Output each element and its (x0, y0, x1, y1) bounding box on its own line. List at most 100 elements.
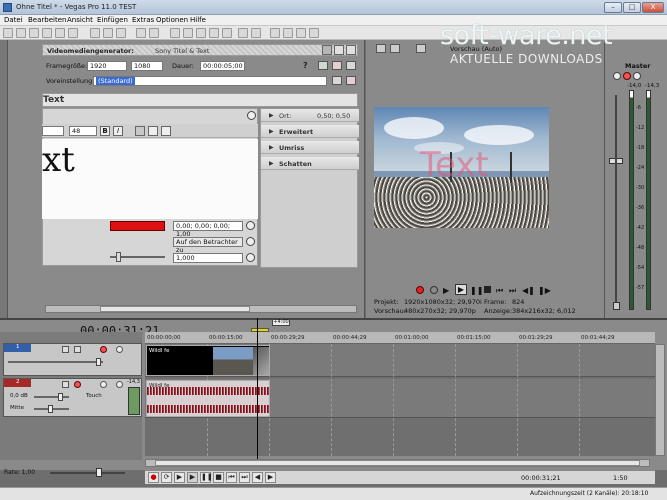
timeline-ruler[interactable]: 00:00:00;00 00:00:15;00 00:00:29;29 00:0… (145, 332, 655, 344)
menu-ansicht[interactable]: Ansicht (67, 16, 93, 24)
frame-width-input[interactable]: 1920 (87, 61, 127, 71)
duration-input[interactable]: 00:00:05;00 (200, 61, 245, 71)
prop-section-schatten[interactable]: ▶ Schatten (261, 157, 359, 170)
save-as-icon[interactable] (42, 28, 52, 38)
lock-envelopes-icon[interactable] (270, 28, 280, 38)
snap-icon[interactable] (238, 28, 248, 38)
pause-icon[interactable]: ❚❚ (200, 472, 213, 483)
track-record-icon[interactable] (74, 381, 81, 388)
redo-icon[interactable] (149, 28, 159, 38)
preview-device-icon[interactable] (390, 44, 400, 53)
track-mute-icon[interactable] (116, 381, 123, 388)
anchor-select[interactable]: Auf den Betrachter zu (173, 237, 243, 254)
align-right-icon[interactable] (161, 126, 171, 136)
stop-icon[interactable] (484, 286, 491, 293)
step-back-icon[interactable]: ◀❚ (522, 286, 535, 295)
selection-tool-icon[interactable] (196, 28, 206, 38)
cut-icon[interactable] (90, 28, 100, 38)
generator-close-icon[interactable] (346, 45, 356, 55)
preset-select[interactable]: (Standard) (93, 76, 327, 86)
timeline-scroll-thumb[interactable] (155, 460, 640, 466)
go-to-start-icon[interactable]: ⏮ (226, 472, 237, 483)
minimize-button[interactable]: – (604, 2, 622, 13)
crossfade-icon[interactable] (296, 28, 306, 38)
scale-clock-icon[interactable] (246, 253, 255, 262)
preview-split-icon[interactable] (416, 44, 426, 53)
track-motion-icon[interactable] (62, 346, 69, 353)
render-icon[interactable] (68, 28, 78, 38)
copy-icon[interactable] (103, 28, 113, 38)
track-solo-icon[interactable] (100, 346, 107, 353)
master-fx-icon[interactable] (613, 72, 621, 80)
align-center-icon[interactable] (148, 126, 158, 136)
text-color-swatch[interactable] (110, 221, 165, 231)
undo-icon[interactable] (136, 28, 146, 38)
video-level-thumb[interactable] (96, 358, 101, 366)
color-value[interactable]: 0,00; 0,00; 0,00; 1,00 (173, 221, 243, 238)
help-question-icon[interactable]: ? (303, 61, 312, 70)
text-clock-icon[interactable] (247, 111, 256, 120)
timeline-vertical-scrollbar[interactable] (655, 344, 665, 456)
track-mute-icon[interactable] (116, 346, 123, 353)
italic-button[interactable]: I (113, 126, 123, 136)
maximize-button[interactable]: □ (623, 2, 641, 13)
preview-settings-icon[interactable] (376, 44, 386, 53)
master-solo-icon[interactable] (623, 72, 631, 80)
color-clock-icon[interactable] (246, 221, 255, 230)
audio-event[interactable]: Wildl fe (146, 380, 270, 417)
open-folder-icon[interactable] (16, 28, 26, 38)
master-fader-track[interactable] (615, 95, 617, 305)
play-from-start-icon[interactable]: ▶ (174, 472, 185, 483)
menu-hilfe[interactable]: Hilfe (190, 16, 206, 24)
record-icon[interactable] (416, 286, 424, 294)
ort-arrow-icon[interactable]: ▶ (269, 112, 274, 119)
window-docking-tabs[interactable] (0, 40, 8, 318)
scale-value[interactable]: 1,000 (173, 253, 243, 263)
automation-mode[interactable]: Touch (86, 393, 102, 399)
step-forward-icon[interactable]: ❚▶ (538, 286, 551, 295)
video-track-header[interactable]: 1 (3, 343, 142, 376)
bold-button[interactable]: B (100, 126, 110, 136)
go-to-end-icon[interactable]: ⏭ (239, 472, 250, 483)
preset-save-icon[interactable] (346, 61, 356, 70)
pause-icon[interactable] (322, 45, 332, 55)
align-left-icon[interactable] (135, 126, 145, 136)
help-icon[interactable] (309, 28, 319, 38)
audio-track-header[interactable]: 2 0,0 dB Touch Mitte -14,3 (3, 378, 142, 417)
rate-slider-thumb[interactable] (96, 468, 102, 477)
generator-settings-icon[interactable] (334, 45, 344, 55)
track-fx-icon[interactable] (74, 346, 81, 353)
play-icon[interactable]: ▶ (187, 472, 198, 483)
envelope-tool-icon[interactable] (183, 28, 193, 38)
video-level-slider[interactable] (8, 361, 103, 363)
close-button[interactable]: X (642, 2, 664, 13)
audio-pan-thumb[interactable] (48, 405, 53, 413)
audio-volume-slider[interactable] (34, 396, 69, 398)
paste-icon[interactable] (116, 28, 126, 38)
font-size-select[interactable]: 48 (69, 126, 97, 136)
anchor-clock-icon[interactable] (246, 237, 255, 246)
scale-slider-thumb[interactable] (116, 252, 121, 262)
pause-play-icon[interactable]: ❚❚ (470, 286, 483, 295)
prev-frame-icon[interactable]: ◀ (252, 472, 263, 483)
font-select[interactable] (42, 126, 64, 136)
track-solo-icon[interactable] (100, 381, 107, 388)
zoom-tool-icon[interactable] (209, 28, 219, 38)
normal-edit-tool-icon[interactable] (170, 28, 180, 38)
next-frame-icon[interactable]: ▶ (265, 472, 276, 483)
split-tool-icon[interactable] (222, 28, 232, 38)
play-from-start-icon[interactable]: ▶ (443, 286, 449, 295)
plus-green-icon[interactable] (318, 61, 328, 70)
save-icon[interactable] (29, 28, 39, 38)
play-icon[interactable]: ▶ (455, 284, 467, 295)
prop-section-erweitert[interactable]: ▶ Erweitert (261, 125, 359, 138)
menu-optionen[interactable]: Optionen (156, 16, 188, 24)
preset-remove-button[interactable] (346, 76, 356, 85)
menu-extras[interactable]: Extras (132, 16, 154, 24)
master-lock-icon[interactable] (613, 302, 620, 310)
prev-frame-icon[interactable]: ⏮ (496, 286, 503, 296)
playhead-cursor[interactable] (257, 318, 258, 462)
stop-icon[interactable]: ■ (213, 472, 224, 483)
preset-delete-icon[interactable] (332, 61, 342, 70)
record-icon[interactable]: ● (148, 472, 159, 483)
